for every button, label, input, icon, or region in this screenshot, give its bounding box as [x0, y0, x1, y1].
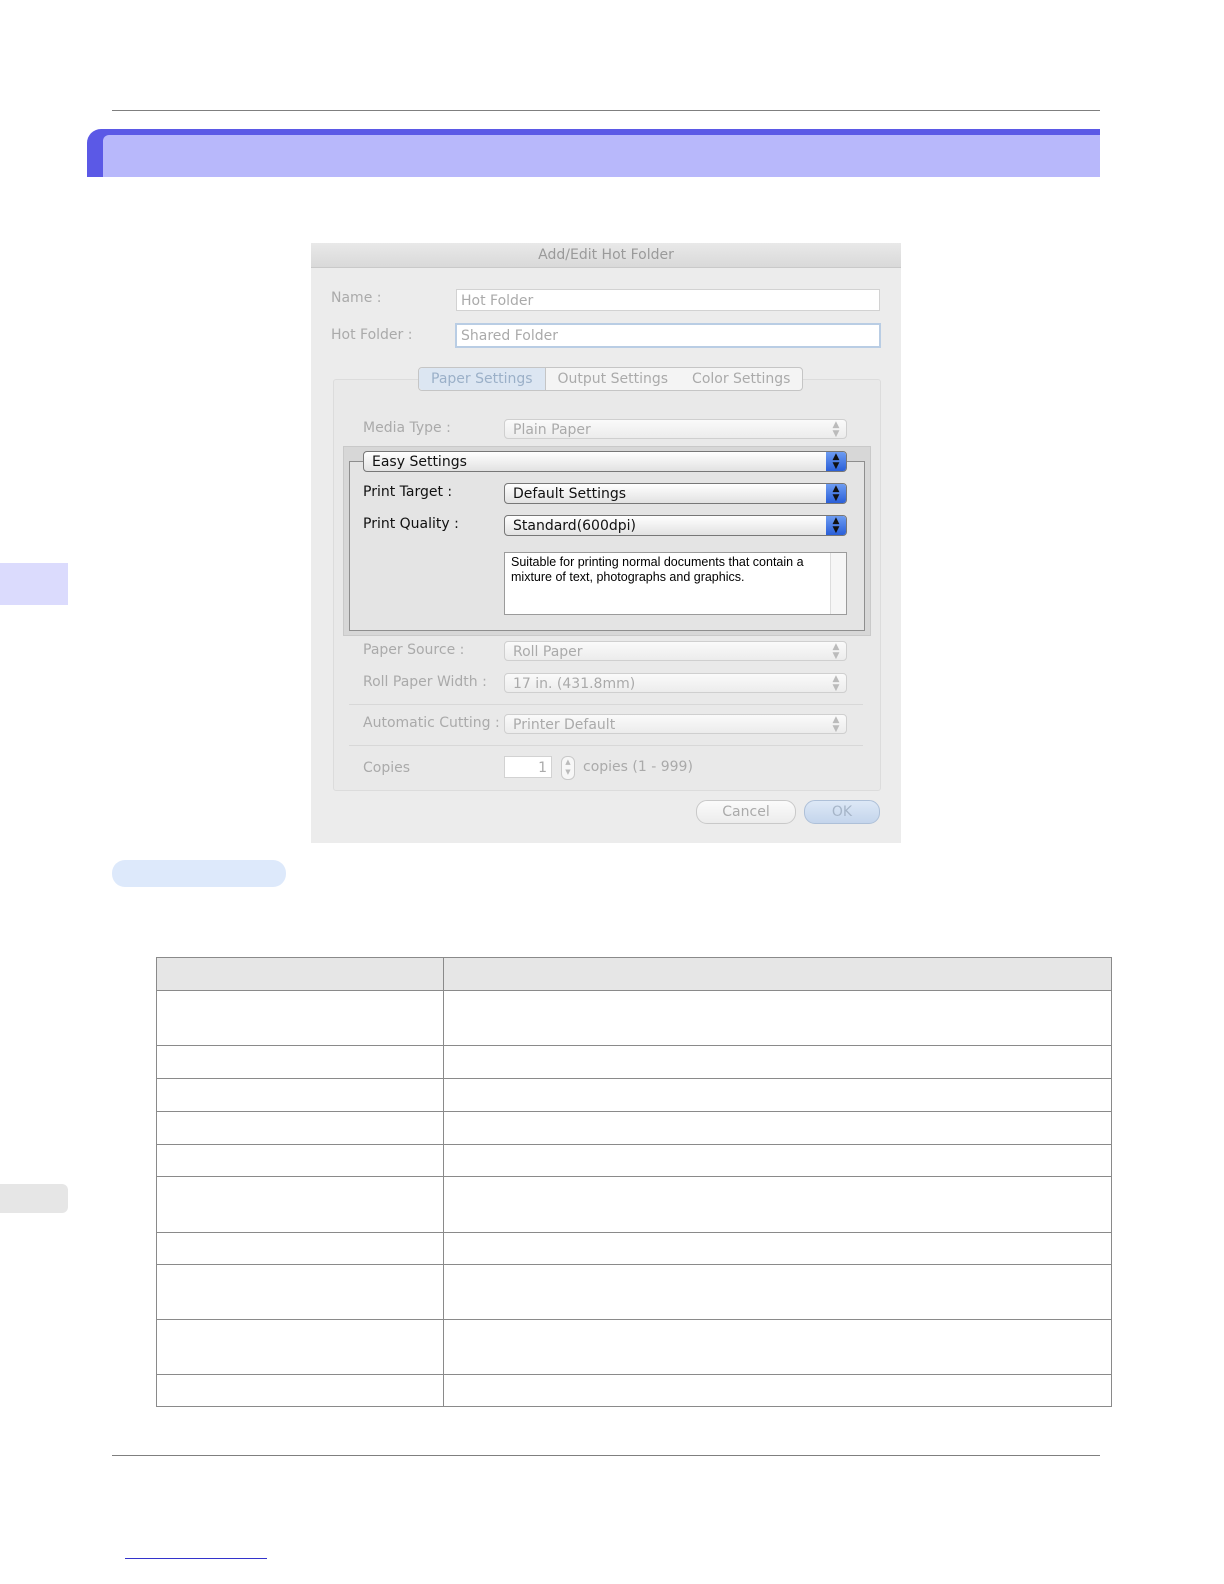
table-row — [156, 1144, 1112, 1177]
easy-settings-select[interactable]: Easy Settings ▲ ▼ — [363, 451, 847, 472]
automatic-cutting-value: Printer Default — [513, 717, 616, 733]
paper-source-select[interactable]: Roll Paper ▲ ▼ — [504, 641, 847, 661]
settings-tabs: Paper Settings Output Settings Color Set… — [418, 367, 804, 391]
updown-arrows-icon: ▲ ▼ — [826, 516, 846, 535]
updown-arrows-icon: ▲ ▼ — [826, 452, 846, 471]
paper-source-value: Roll Paper — [513, 644, 583, 660]
print-quality-label: Print Quality : — [363, 516, 459, 532]
footer-link-underline[interactable] — [125, 1558, 267, 1559]
divider — [349, 745, 863, 746]
updown-arrows-icon: ▲ ▼ — [832, 715, 840, 734]
table-header-cell — [443, 957, 1112, 991]
media-type-label: Media Type : — [363, 420, 451, 436]
print-quality-select[interactable]: Standard(600dpi) ▲ ▼ — [504, 515, 847, 536]
table-row — [156, 1176, 1112, 1233]
name-field[interactable]: Hot Folder — [456, 289, 880, 311]
updown-arrows-icon: ▲ ▼ — [826, 484, 846, 503]
table-row — [156, 1111, 1112, 1145]
tab-paper-settings[interactable]: Paper Settings — [419, 368, 546, 390]
table-row — [156, 1374, 1112, 1407]
updown-arrows-icon: ▲ ▼ — [832, 642, 840, 661]
copies-stepper[interactable]: ▲ ▼ — [561, 756, 575, 780]
updown-arrows-icon: ▲ ▼ — [832, 420, 840, 439]
easy-settings-value: Easy Settings — [372, 454, 467, 470]
subsection-heading-pill — [112, 860, 286, 887]
quality-description: Suitable for printing normal documents t… — [504, 552, 847, 615]
media-type-value: Plain Paper — [513, 422, 591, 438]
dialog-title: Add/Edit Hot Folder — [311, 243, 901, 268]
table-row — [156, 1078, 1112, 1112]
print-quality-value: Standard(600dpi) — [513, 518, 636, 534]
automatic-cutting-label: Automatic Cutting : — [363, 715, 500, 731]
cancel-button[interactable]: Cancel — [696, 800, 796, 824]
settings-table — [156, 957, 1112, 1407]
description-scrollbar[interactable] — [830, 553, 846, 614]
bottom-rule — [112, 1455, 1100, 1456]
index-side-tab — [0, 1184, 68, 1213]
quality-description-text: Suitable for printing normal documents t… — [511, 555, 804, 584]
section-title-fill — [103, 135, 1100, 177]
chapter-side-tab — [0, 563, 68, 605]
tab-color-settings[interactable]: Color Settings — [680, 368, 802, 390]
print-target-label: Print Target : — [363, 484, 453, 500]
hot-folder-field[interactable]: Shared Folder — [455, 323, 881, 348]
print-target-value: Default Settings — [513, 486, 627, 502]
name-label: Name : — [331, 290, 382, 306]
tab-output-settings[interactable]: Output Settings — [546, 368, 681, 390]
automatic-cutting-select[interactable]: Printer Default ▲ ▼ — [504, 714, 847, 734]
paper-source-label: Paper Source : — [363, 642, 465, 658]
roll-paper-width-label: Roll Paper Width : — [363, 674, 487, 690]
table-row — [156, 1045, 1112, 1079]
table-row — [156, 990, 1112, 1046]
top-rule — [112, 110, 1100, 111]
ok-button[interactable]: OK — [804, 800, 880, 824]
divider — [349, 704, 863, 705]
roll-paper-width-value: 17 in. (431.8mm) — [513, 676, 636, 692]
copies-label: Copies — [363, 760, 411, 776]
copies-input[interactable]: 1 — [504, 756, 552, 778]
media-type-select[interactable]: Plain Paper ▲ ▼ — [504, 419, 847, 439]
table-header-row — [156, 957, 1112, 991]
hot-folder-label: Hot Folder : — [331, 327, 413, 343]
table-row — [156, 1264, 1112, 1320]
print-target-select[interactable]: Default Settings ▲ ▼ — [504, 483, 847, 504]
copies-range: copies (1 - 999) — [583, 759, 693, 775]
updown-arrows-icon: ▲ ▼ — [832, 674, 840, 693]
roll-paper-width-select[interactable]: 17 in. (431.8mm) ▲ ▼ — [504, 673, 847, 693]
table-header-cell — [156, 957, 444, 991]
add-edit-hot-folder-dialog: Add/Edit Hot Folder Name : Hot Folder Ho… — [311, 243, 901, 843]
table-row — [156, 1319, 1112, 1375]
table-row — [156, 1232, 1112, 1265]
